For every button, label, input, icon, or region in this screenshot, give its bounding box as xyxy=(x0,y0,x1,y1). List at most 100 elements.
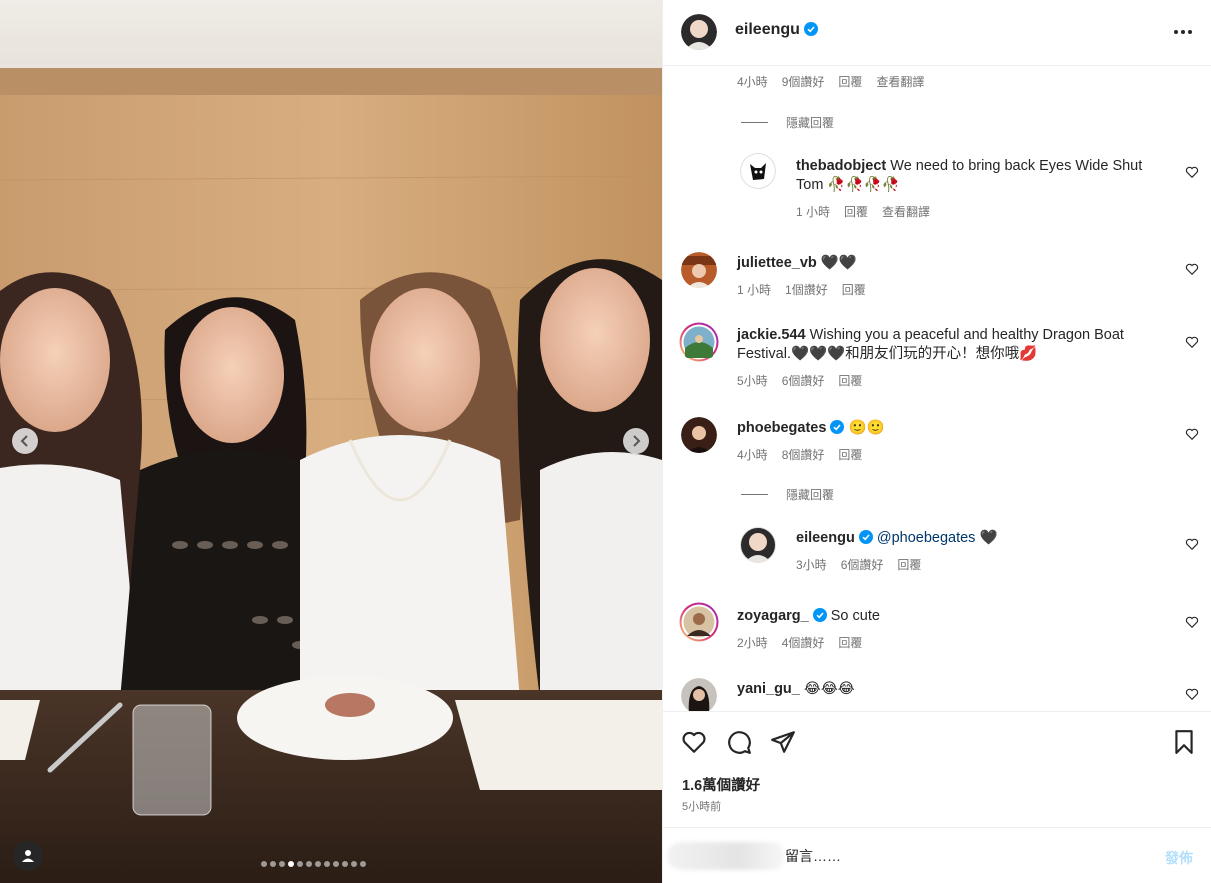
author-username[interactable]: eileengu xyxy=(735,21,800,38)
comment-text: 🖤🖤 xyxy=(820,255,857,271)
commenter-avatar[interactable] xyxy=(681,417,717,453)
carousel-dot xyxy=(279,861,285,867)
carousel-dot xyxy=(288,861,294,867)
next-slide-button[interactable] xyxy=(623,428,649,454)
like-comment-heart-icon[interactable] xyxy=(1185,262,1199,276)
reply-button[interactable]: 回覆 xyxy=(838,73,862,90)
carousel-dot xyxy=(351,861,357,867)
commenter-avatar[interactable] xyxy=(681,678,717,711)
previous-slide-button[interactable] xyxy=(12,428,38,454)
comment-list: 4小時 9個讚好 回覆 查看翻譯 隱藏回覆 thebadobject We ne… xyxy=(663,66,1211,711)
comment-time: 1 小時 xyxy=(796,205,831,219)
reply-button[interactable]: 回覆 xyxy=(838,372,862,389)
comment-icon[interactable] xyxy=(726,729,752,755)
comment-time: 4小時 xyxy=(737,448,768,462)
comment-meta-partial: 4小時 9個讚好 回覆 查看翻譯 xyxy=(737,73,924,90)
like-comment-heart-icon[interactable] xyxy=(1185,687,1199,701)
verified-badge-icon xyxy=(858,530,873,544)
comments-panel: eileengu 4小時 9個讚好 回覆 查看翻譯 隱藏回覆 thebadobj… xyxy=(662,0,1211,883)
mention-link[interactable]: @phoebegates xyxy=(877,530,976,546)
comment: juliettee_vb 🖤🖤 1 小時 1個讚好 回覆 xyxy=(737,254,1157,298)
verified-badge-icon xyxy=(830,420,845,434)
author-avatar[interactable] xyxy=(681,14,717,50)
comment-likes[interactable]: 4個讚好 xyxy=(782,634,825,651)
comment-likes[interactable]: 8個讚好 xyxy=(782,446,825,463)
reply-button[interactable]: 回覆 xyxy=(842,281,866,298)
comment: eileengu @phoebegates 🖤 3小時 6個讚好 回覆 xyxy=(796,529,1166,573)
commenter-avatar[interactable] xyxy=(740,527,776,563)
like-comment-heart-icon[interactable] xyxy=(1185,537,1199,551)
comment-username[interactable]: zoyagarg_ xyxy=(737,608,809,624)
comment-username[interactable]: phoebegates xyxy=(737,420,826,436)
divider xyxy=(741,122,768,123)
user-icon xyxy=(22,850,34,862)
post-comment-button[interactable]: 發佈 xyxy=(1165,848,1193,868)
comment-time: 2小時 xyxy=(737,636,768,650)
commenter-avatar[interactable] xyxy=(681,252,717,288)
reply-button[interactable]: 回覆 xyxy=(844,203,868,220)
post-media xyxy=(0,0,662,883)
hide-replies-label: 隱藏回覆 xyxy=(786,488,835,502)
reply-button[interactable]: 回覆 xyxy=(838,634,862,651)
more-options-icon[interactable] xyxy=(1173,24,1193,40)
comment-username[interactable]: eileengu xyxy=(796,530,855,546)
see-translation-button[interactable]: 查看翻譯 xyxy=(882,203,930,220)
comment-time: 3小時 xyxy=(796,558,827,572)
hide-replies-button[interactable]: 隱藏回覆 xyxy=(741,114,834,131)
verified-badge-icon xyxy=(812,608,827,622)
emoji-picker-button[interactable] xyxy=(667,842,785,870)
carousel-dot xyxy=(297,861,303,867)
comment-text: 🖤 xyxy=(979,530,998,546)
carousel-dot xyxy=(333,861,339,867)
comment-username[interactable]: thebadobject xyxy=(796,158,886,174)
comment-likes[interactable]: 1個讚好 xyxy=(785,281,828,298)
like-comment-heart-icon[interactable] xyxy=(1185,615,1199,629)
like-count[interactable]: 1.6萬個讚好 xyxy=(682,774,760,795)
comment-time: 5小時 xyxy=(737,374,768,388)
hide-replies-button[interactable]: 隱藏回覆 xyxy=(741,486,834,503)
comment: thebadobject We need to bring back Eyes … xyxy=(796,157,1166,220)
paper-plane-icon[interactable] xyxy=(770,729,796,755)
comment-likes[interactable]: 6個讚好 xyxy=(841,556,884,573)
comment-likes[interactable]: 9個讚好 xyxy=(782,73,825,90)
post-actions: 1.6萬個讚好 5小時前 xyxy=(663,711,1211,827)
like-comment-heart-icon[interactable] xyxy=(1185,335,1199,349)
comment-username[interactable]: yani_gu_ xyxy=(737,681,800,697)
hide-replies-label: 隱藏回覆 xyxy=(786,116,835,130)
carousel-dot xyxy=(270,861,276,867)
carousel-dot xyxy=(306,861,312,867)
carousel-dot xyxy=(360,861,366,867)
chevron-right-icon xyxy=(633,435,641,447)
comment-input[interactable] xyxy=(785,844,1145,868)
carousel-dot xyxy=(324,861,330,867)
carousel-dot xyxy=(261,861,267,867)
bookmark-icon[interactable] xyxy=(1171,729,1197,755)
tagged-users-button[interactable] xyxy=(13,841,43,871)
comment-text: 😂😂😂 xyxy=(803,681,855,697)
like-comment-heart-icon[interactable] xyxy=(1185,165,1199,179)
post-header: eileengu xyxy=(663,0,1211,66)
comment: yani_gu_ 😂😂😂 xyxy=(737,680,1157,699)
commenter-avatar-story-ring[interactable] xyxy=(679,322,719,362)
reply-button[interactable]: 回覆 xyxy=(838,446,862,463)
heart-icon[interactable] xyxy=(681,729,707,755)
carousel-dot xyxy=(342,861,348,867)
post-photo xyxy=(0,0,662,883)
commenter-avatar[interactable] xyxy=(740,153,776,189)
comment-text: So cute xyxy=(830,608,880,624)
commenter-avatar-story-ring[interactable] xyxy=(679,602,719,642)
comment-composer: 發佈 xyxy=(663,827,1211,883)
chevron-left-icon xyxy=(20,435,28,447)
comment: phoebegates 🙂🙂 4小時 8個讚好 回覆 xyxy=(737,419,1157,463)
author-username-row: eileengu xyxy=(735,21,818,39)
see-translation-button[interactable]: 查看翻譯 xyxy=(876,73,924,90)
comment-username[interactable]: jackie.544 xyxy=(737,327,806,343)
comment: zoyagarg_ So cute 2小時 4個讚好 回覆 xyxy=(737,607,1157,651)
reply-button[interactable]: 回覆 xyxy=(897,556,921,573)
post-timestamp: 5小時前 xyxy=(682,801,722,813)
comment-likes[interactable]: 6個讚好 xyxy=(782,372,825,389)
like-comment-heart-icon[interactable] xyxy=(1185,427,1199,441)
comment-time: 4小時 xyxy=(737,75,768,89)
divider xyxy=(741,494,768,495)
comment-username[interactable]: juliettee_vb xyxy=(737,255,817,271)
